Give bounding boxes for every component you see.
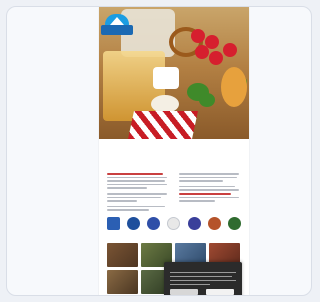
text-line — [107, 196, 161, 199]
logo-banner — [101, 25, 133, 35]
hero-cheese-shape — [221, 67, 247, 107]
cookie-text-line — [170, 272, 236, 274]
text-line — [107, 200, 137, 202]
hero-radish-shape — [209, 51, 223, 65]
text-line — [179, 176, 237, 179]
hero-radish-shape — [195, 45, 209, 59]
award-badge-icon[interactable] — [227, 216, 241, 230]
award-badge-icon[interactable] — [167, 216, 181, 230]
cookie-banner — [164, 262, 242, 295]
award-badge-icon[interactable] — [127, 216, 141, 230]
cookie-text-line — [170, 276, 232, 278]
cookie-accept-button[interactable] — [206, 289, 234, 295]
text-line — [179, 173, 239, 175]
hero-mug-shape — [153, 67, 179, 89]
award-badge-icon[interactable] — [187, 216, 201, 230]
award-badge-icon[interactable] — [207, 216, 221, 230]
gallery-photo[interactable] — [107, 270, 138, 294]
text-line — [107, 176, 167, 179]
text-line — [107, 209, 149, 211]
website-preview[interactable] — [99, 7, 249, 295]
cookie-settings-button[interactable] — [170, 289, 198, 295]
hero-leaf-shape — [199, 93, 215, 107]
hero-radish-shape — [223, 43, 237, 57]
preview-card — [6, 6, 312, 296]
text-line — [179, 192, 231, 195]
cookie-text-line — [170, 280, 236, 282]
hero-radish-shape — [191, 29, 205, 43]
text-line — [179, 200, 215, 202]
text-line — [107, 180, 165, 182]
award-badges — [107, 215, 241, 231]
award-badge-icon[interactable] — [107, 216, 120, 230]
award-badge-icon[interactable] — [147, 216, 161, 230]
text-line — [107, 173, 163, 175]
intro-text-right — [179, 173, 239, 204]
text-line — [179, 180, 223, 182]
text-line — [107, 192, 167, 195]
text-line — [179, 189, 239, 191]
gallery-photo[interactable] — [107, 243, 138, 267]
text-line — [179, 185, 235, 188]
hero-image — [99, 7, 249, 139]
text-line — [107, 205, 165, 208]
text-line — [107, 187, 147, 189]
mountain-icon — [110, 17, 124, 25]
text-line — [107, 183, 167, 186]
site-logo[interactable] — [101, 14, 133, 38]
cookie-text-line — [170, 284, 210, 286]
hero-checkered-cloth — [128, 111, 198, 139]
text-line — [179, 196, 239, 199]
intro-text-left — [107, 173, 167, 213]
